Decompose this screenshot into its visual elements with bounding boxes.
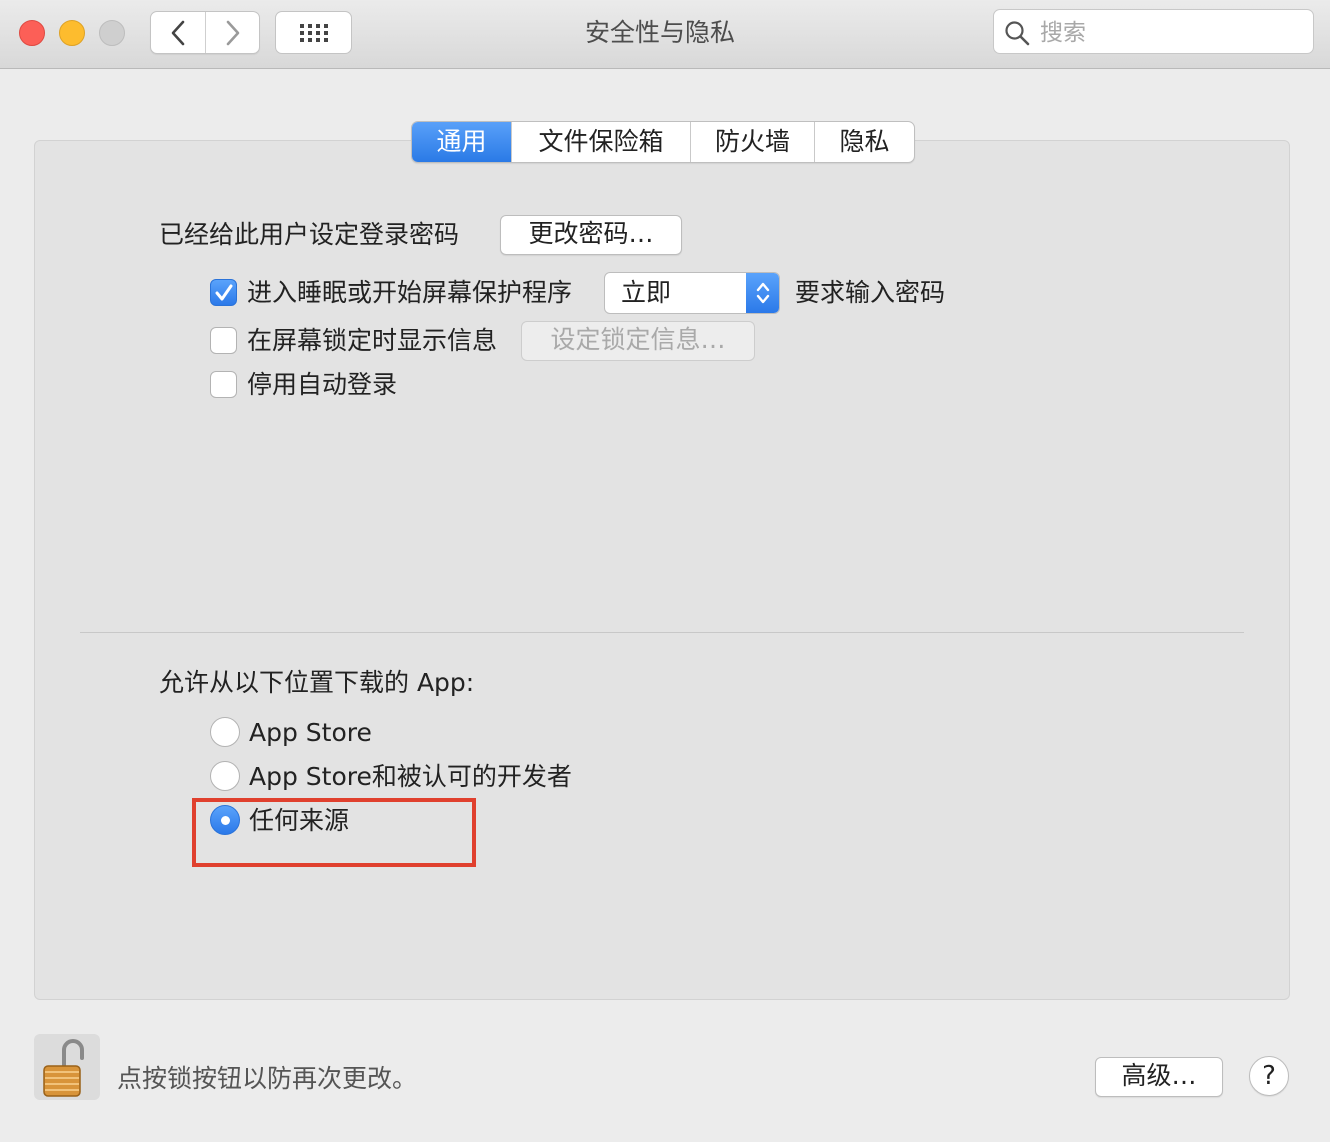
back-button[interactable]	[151, 12, 206, 53]
set-lock-message-button[interactable]: 设定锁定信息…	[521, 321, 755, 361]
help-button[interactable]: ?	[1249, 1056, 1289, 1096]
change-password-button[interactable]: 更改密码…	[500, 215, 682, 255]
search-field[interactable]	[993, 9, 1314, 54]
search-input[interactable]	[1038, 16, 1302, 50]
checkmark-icon	[215, 284, 233, 301]
show-all-button[interactable]	[275, 11, 352, 54]
show-message-checkbox[interactable]	[210, 327, 237, 354]
app-source-app-store-label: App Store	[249, 718, 372, 747]
advanced-button[interactable]: 高级…	[1095, 1057, 1223, 1097]
stepper-icon	[746, 273, 779, 313]
chevron-left-icon	[171, 20, 185, 45]
require-password-suffix: 要求输入密码	[795, 278, 946, 307]
window-titlebar: 安全性与隐私	[0, 0, 1330, 69]
disable-auto-login-label: 停用自动登录	[247, 370, 398, 399]
require-password-delay-value: 立即	[621, 278, 672, 307]
allow-apps-label: 允许从以下位置下载的 App:	[159, 668, 475, 697]
search-icon	[1005, 21, 1030, 46]
lock-icon	[43, 1039, 84, 1097]
require-password-checkbox[interactable]	[210, 279, 237, 306]
disable-auto-login-checkbox[interactable]	[210, 371, 237, 398]
tab-general[interactable]: 通用	[412, 122, 512, 162]
tab-filevault[interactable]: 文件保险箱	[512, 122, 691, 162]
section-divider	[80, 632, 1244, 633]
require-password-label: 进入睡眠或开始屏幕保护程序	[247, 278, 573, 307]
highlight-box	[192, 798, 476, 867]
show-message-label: 在屏幕锁定时显示信息	[247, 326, 498, 355]
require-password-delay-select[interactable]: 立即	[604, 272, 780, 314]
close-icon[interactable]	[19, 20, 45, 46]
lock-button[interactable]	[34, 1034, 100, 1100]
lock-hint-text: 点按锁按钮以防再次更改。	[117, 1064, 418, 1093]
minimize-icon[interactable]	[59, 20, 85, 46]
password-set-label: 已经给此用户设定登录密码	[159, 220, 460, 249]
zoom-icon[interactable]	[99, 20, 125, 46]
app-source-app-store-radio[interactable]	[210, 717, 240, 747]
forward-button[interactable]	[206, 12, 259, 53]
window-title: 安全性与隐私	[584, 18, 735, 47]
chevron-right-icon	[226, 20, 240, 45]
app-source-identified-label: App Store和被认可的开发者	[249, 762, 572, 791]
content-panel	[34, 140, 1290, 1000]
tab-privacy[interactable]: 隐私	[815, 122, 914, 162]
app-source-identified-radio[interactable]	[210, 761, 240, 791]
tab-bar: 通用 文件保险箱 防火墙 隐私	[411, 121, 915, 163]
nav-buttons	[150, 11, 260, 54]
grid-icon	[299, 23, 328, 42]
tab-firewall[interactable]: 防火墙	[691, 122, 815, 162]
